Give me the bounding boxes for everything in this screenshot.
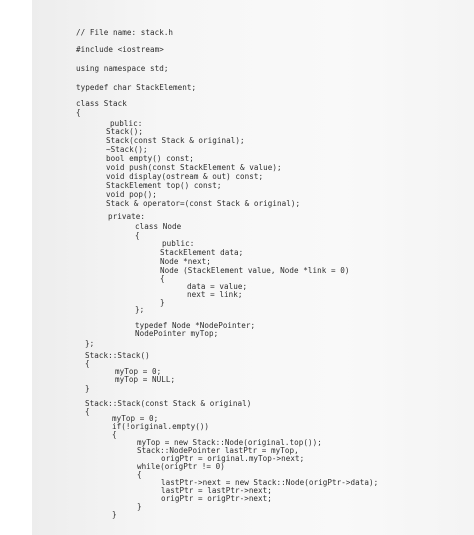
code-line: origPtr = origPtr->next;	[161, 494, 272, 503]
code-line: void display(ostream & out) const;	[106, 172, 264, 181]
code-line: };	[85, 339, 95, 348]
code-line: Stack();	[106, 127, 143, 136]
code-line: // File name: stack.h	[76, 28, 174, 37]
code-line: while(origPtr != 0)	[137, 462, 225, 471]
code-line: }	[137, 502, 142, 511]
code-line: if(!original.empty())	[112, 422, 210, 431]
page-background: // File name: stack.h #include <iostream…	[0, 0, 474, 535]
code-line: ~Stack();	[106, 145, 148, 154]
code-listing: // File name: stack.h #include <iostream…	[0, 0, 474, 535]
code-line: myTop = NULL;	[115, 375, 176, 384]
code-line: private:	[108, 212, 145, 221]
code-line: StackElement top() const;	[106, 181, 222, 190]
code-line: NodePointer myTop;	[135, 329, 219, 338]
code-line: {	[85, 359, 90, 368]
code-line: {	[85, 407, 90, 416]
code-line: {	[160, 274, 165, 283]
code-line: Stack(const Stack & original);	[106, 136, 245, 145]
code-line: void pop();	[106, 190, 157, 199]
code-line: Node *next;	[160, 257, 211, 266]
code-line: #include <iostream>	[76, 45, 164, 54]
code-line: public:	[162, 239, 195, 248]
code-line: class Stack	[76, 99, 127, 108]
code-line: }	[85, 384, 90, 393]
code-line: void push(const StackElement & value);	[106, 163, 282, 172]
code-line: StackElement data;	[160, 248, 244, 257]
code-line: using namespace std;	[76, 64, 169, 73]
code-line: Stack::Stack()	[85, 351, 150, 360]
code-line: class Node	[135, 222, 182, 231]
code-line: };	[135, 305, 145, 314]
code-line: {	[112, 430, 117, 439]
code-line: }	[160, 298, 165, 307]
code-line: bool empty() const;	[106, 154, 194, 163]
code-line: {	[135, 231, 140, 240]
code-line: Stack & operator=(const Stack & original…	[106, 199, 301, 208]
code-line: next = link;	[187, 290, 243, 299]
code-line: Stack::Stack(const Stack & original)	[85, 399, 252, 408]
code-line: }	[112, 510, 117, 519]
code-line: Node (StackElement value, Node *link = 0…	[160, 266, 350, 275]
code-line: {	[137, 470, 142, 479]
code-line: {	[76, 108, 81, 117]
code-line: typedef char StackElement;	[76, 83, 197, 92]
